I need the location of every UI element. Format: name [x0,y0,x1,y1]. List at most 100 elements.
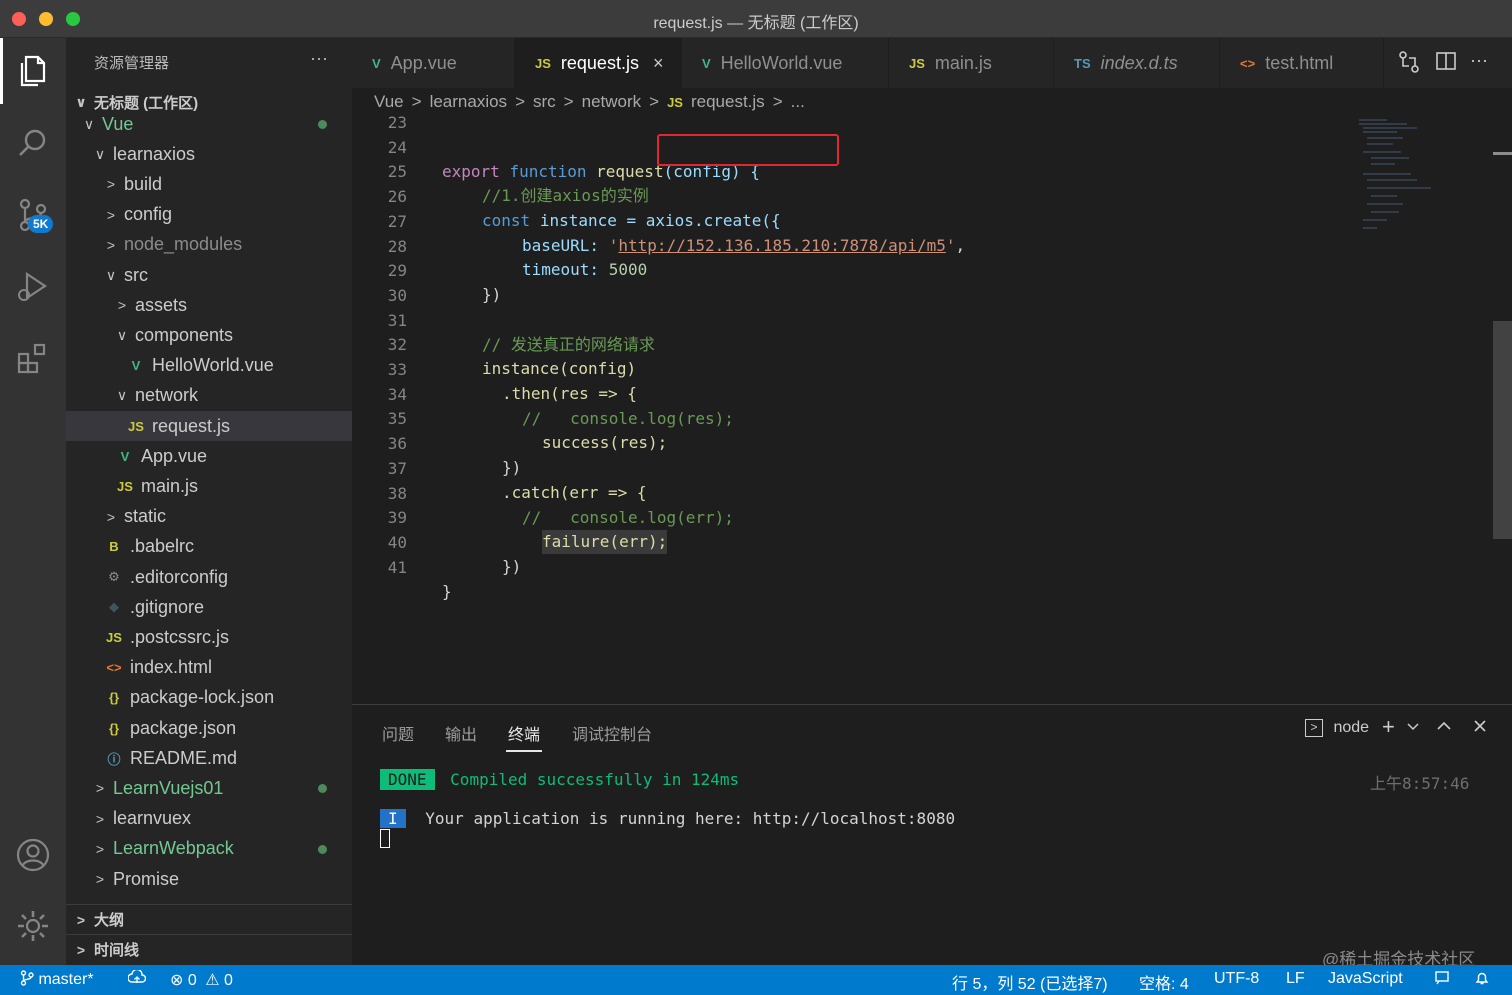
chevron-right-icon: > [106,236,116,253]
end-of-line[interactable]: LF [1286,970,1305,988]
file-type-icon: B [109,539,119,555]
gear-icon[interactable] [0,893,66,959]
tab-helloworld-vue[interactable]: V HelloWorld.vue [682,38,889,88]
file-type-icon: {} [108,720,120,736]
tree-folder[interactable]: > Promise [66,864,352,894]
editor-scrollbar[interactable] [1493,321,1512,539]
file-type-icon: V [120,448,130,464]
breadcrumb-item[interactable]: request.js [691,92,765,112]
tree-file[interactable]: ⓘ README.md [66,743,352,773]
tree-folder[interactable]: ∨ src [66,260,352,290]
tab-label: HelloWorld.vue [720,52,843,73]
breadcrumb-item[interactable]: src [533,92,556,112]
problems-indicator[interactable]: ⊗ 0 ⚠ 0 [170,970,233,990]
timeline-section[interactable]: > 时间线 [66,934,352,964]
split-editor-icon[interactable] [1435,50,1457,77]
close-panel-icon[interactable] [1473,719,1487,738]
tree-folder[interactable]: > assets [66,290,352,320]
feedback-icon[interactable] [1434,970,1450,991]
tree-folder[interactable]: > learnvuex [66,804,352,834]
language-mode[interactable]: JavaScript [1328,970,1403,988]
tree-item-label: components [135,324,234,345]
compile-message: Compiled successfully in 124ms [450,770,740,789]
tree-file[interactable]: V App.vue [66,441,352,471]
tree-folder[interactable]: > config [66,200,352,230]
more-actions-icon[interactable]: ··· [310,48,328,69]
tree-file[interactable]: B .babelrc [66,532,352,562]
tab-output[interactable]: 输出 [445,721,477,745]
search-icon[interactable] [0,110,66,176]
tree-folder[interactable]: > LearnWebpack [66,834,352,864]
tab-index-d-ts[interactable]: TS index.d.ts [1054,38,1220,88]
explorer-icon[interactable] [0,38,66,104]
tree-item-label: static [124,506,167,527]
breadcrumb-item[interactable]: Vue [374,92,404,112]
git-status-dot [318,120,327,129]
cursor-position[interactable]: 行 5，列 52 (已选择7) [952,970,1108,994]
tab-debug-console[interactable]: 调试控制台 [572,721,652,745]
breadcrumb-item[interactable]: network [582,92,642,112]
tree-folder[interactable]: > static [66,502,352,532]
tree-item-label: Vue [102,113,134,134]
tab-main-js[interactable]: JS main.js [889,38,1054,88]
tree-file[interactable]: {} package.json [66,713,352,743]
ts-file-icon: TS [1074,55,1091,71]
tree-file[interactable]: ⚙ .editorconfig [66,562,352,592]
tab-request-js[interactable]: JS request.js × [515,38,682,88]
encoding[interactable]: UTF-8 [1214,970,1259,988]
chevron-down-icon[interactable] [1407,719,1419,737]
tree-file[interactable]: V HelloWorld.vue [66,351,352,381]
new-terminal-button[interactable]: + [1382,714,1395,740]
file-type-icon: JS [128,418,144,434]
file-type-icon: ◆ [109,599,119,615]
breadcrumb-item[interactable]: ... [791,92,805,112]
account-icon[interactable] [0,822,66,888]
tree-file[interactable]: <> index.html [66,653,352,683]
tree-item-label: src [124,264,148,285]
tree-folder[interactable]: > build [66,169,352,199]
tree-item-label: index.html [130,657,213,678]
tree-file[interactable]: {} package-lock.json [66,683,352,713]
tab-problems[interactable]: 问题 [382,721,414,745]
tree-folder[interactable]: ∨ components [66,320,352,350]
close-icon[interactable]: × [653,53,664,74]
minimap[interactable] [1357,118,1437,238]
tree-file[interactable]: JS main.js [66,471,352,501]
tree-item-label: README.md [130,747,238,768]
more-actions-icon[interactable]: ··· [1470,50,1488,71]
notifications-icon[interactable] [1474,970,1490,991]
tree-folder[interactable]: > node_modules [66,230,352,260]
code-editor[interactable]: 23 24 25 26 27 28 29 30 31 32 33 34 35 36 37 38 39 40 41 e… [352,113,1512,704]
tree-file[interactable]: JS .postcssrc.js [66,622,352,652]
code-line: .catch(err => { [502,483,647,502]
compare-changes-icon[interactable] [1398,50,1420,79]
file-type-icon: ⓘ [107,751,121,767]
terminal-cursor [380,829,390,848]
tab-test-html[interactable]: <> test.html [1220,38,1384,88]
branch-indicator[interactable]: master* [20,970,94,989]
run-debug-icon[interactable] [0,254,66,320]
status-bar: master* ⊗ 0 ⚠ 0 行 5，列 52 (已选择7) 空格: 4 UT… [0,965,1512,995]
tree-folder[interactable]: ∨ network [66,381,352,411]
tree-file[interactable]: ◆ .gitignore [66,592,352,622]
extensions-icon[interactable] [0,326,66,392]
tree-folder[interactable]: > LearnVuejs01 [66,773,352,803]
tree-folder[interactable]: ∨ learnaxios [66,139,352,169]
maximize-panel-icon[interactable] [1437,719,1451,737]
git-status-dot [318,844,327,854]
tree-file[interactable]: JS request.js [66,411,352,441]
tab-terminal[interactable]: 终端 [508,721,540,745]
tab-app-vue[interactable]: V App.vue [352,38,515,88]
done-badge: DONE [380,769,435,790]
code-line: }) [482,285,502,304]
breadcrumb-item[interactable]: learnaxios [430,92,508,112]
terminal-selector[interactable]: > node [1305,719,1369,737]
indentation[interactable]: 空格: 4 [1139,970,1189,994]
chevron-right-icon: > [106,176,116,193]
code-line: .then(res => { [502,384,637,403]
outline-section[interactable]: > 大纲 [66,904,352,934]
sync-icon[interactable] [127,968,147,991]
tree-folder[interactable]: ∨ Vue [66,109,352,139]
terminal-name: node [1333,719,1370,737]
code-line: success(res); [542,433,668,452]
